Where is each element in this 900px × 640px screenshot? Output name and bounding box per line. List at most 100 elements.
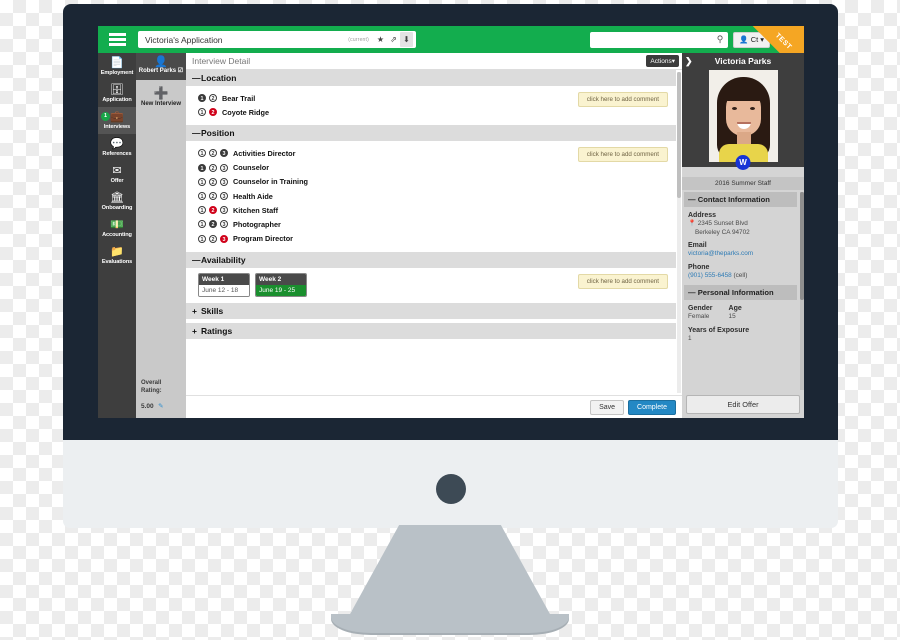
rating-dot-1[interactable]: 1: [198, 177, 206, 186]
secondary-sidebar: 👤 Robert Parks ☑ ➕ New Interview Overall…: [136, 53, 186, 418]
sidebar-item-employment[interactable]: 📄 Employment: [98, 53, 136, 80]
week-option-2[interactable]: Week 2 June 19 - 25: [255, 272, 307, 297]
section-header-availability[interactable]: —Availability: [186, 251, 676, 268]
sidebar-item-evaluations[interactable]: 📁 Evaluations: [98, 242, 136, 269]
rating-dot-2[interactable]: 2: [209, 234, 217, 243]
bank-icon: 🏛: [110, 192, 124, 204]
monitor-power-button[interactable]: [435, 474, 466, 504]
rating-dot-1[interactable]: 1: [198, 206, 206, 215]
rating-row[interactable]: 1 2 3 Health Aide: [192, 189, 670, 203]
field-label: Age: [728, 305, 742, 312]
rating-dot-1[interactable]: 1: [198, 220, 206, 229]
pencil-icon[interactable]: ✎: [158, 403, 163, 410]
applicant-selector[interactable]: 👤 Robert Parks ☑: [136, 53, 186, 80]
rating-dot-2[interactable]: 2: [209, 177, 217, 186]
rating-row-label: Photographer: [233, 219, 281, 229]
add-comment-button[interactable]: click here to add comment: [577, 92, 668, 107]
sidebar-item-application[interactable]: 🗄 Application: [98, 80, 136, 107]
applicant-header: ❯ Victoria Parks W: [682, 53, 804, 170]
envelope-icon: ✉: [112, 165, 122, 177]
main-scrollbar-thumb[interactable]: [677, 72, 681, 198]
star-icon[interactable]: ★: [374, 32, 387, 47]
status-badge: W: [735, 155, 751, 170]
rating-row-label: Program Director: [233, 234, 294, 244]
section-body-position: click here to add comment 1 2 3 Activiti…: [186, 141, 676, 251]
rating-row[interactable]: 1 2 3 Counselor: [192, 161, 670, 175]
sidebar-item-references[interactable]: 💬 References: [98, 134, 136, 161]
field-label: Phone: [688, 263, 710, 271]
rating-dot-1[interactable]: 1: [198, 234, 206, 243]
rating-dot-2[interactable]: 2: [209, 163, 217, 172]
phone-value[interactable]: (901) 555-6458: [688, 272, 732, 279]
sidebar-item-accounting[interactable]: 💵 Accounting: [98, 215, 136, 242]
rating-row[interactable]: 1 2 3 Kitchen Staff: [192, 203, 670, 217]
rating-dot-1[interactable]: 1: [198, 149, 206, 158]
rating-dot-2[interactable]: 2: [209, 108, 217, 117]
main-header: Interview Detail Actions▾: [186, 53, 682, 70]
section-header-position[interactable]: —Position: [186, 125, 676, 142]
section-header-location[interactable]: —Location: [186, 70, 676, 86]
rating-dot-1[interactable]: 1: [198, 192, 206, 201]
week-dates: June 19 - 25: [256, 284, 306, 296]
add-comment-button[interactable]: click here to add comment: [577, 147, 668, 163]
rating-dot-3[interactable]: 3: [220, 234, 228, 243]
rating-dot-3[interactable]: 3: [220, 220, 228, 229]
collapse-icon: —: [192, 254, 201, 265]
section-title: Contact Information: [697, 195, 770, 204]
section-title: Position: [201, 128, 235, 139]
section-title: Ratings: [201, 325, 233, 336]
rating-row[interactable]: 1 2 3 Program Director: [192, 232, 670, 246]
section-title: Location: [201, 73, 237, 83]
field-value: 1: [688, 334, 692, 342]
panel-scrollbar-thumb[interactable]: [800, 192, 804, 300]
address-bar[interactable]: Victoria's Application (current) ★ ⇗ ⬇: [138, 31, 416, 48]
rating-dot-2[interactable]: 2: [209, 206, 217, 215]
hamburger-icon[interactable]: [98, 26, 136, 53]
section-header-contact-information[interactable]: — Contact Information: [684, 192, 797, 207]
applicant-name: Victoria Parks: [714, 56, 772, 66]
rating-row[interactable]: 1 2 Coyote Ridge: [192, 105, 670, 119]
detail-scroll-area[interactable]: —Location click here to add comment 1 2 …: [186, 70, 682, 395]
main-content: Interview Detail Actions▾ —Location clic…: [186, 53, 682, 418]
rating-dot-3[interactable]: 3: [220, 149, 228, 158]
rating-row[interactable]: 1 2 3 Photographer: [192, 217, 670, 231]
rating-dot-1[interactable]: 1: [198, 163, 206, 172]
section-title: Skills: [201, 305, 224, 316]
add-comment-button[interactable]: click here to add comment: [577, 273, 668, 289]
section-header-personal-information[interactable]: — Personal Information: [684, 285, 797, 300]
chevron-right-icon[interactable]: ❯: [685, 56, 693, 67]
download-icon[interactable]: ⬇: [400, 32, 413, 47]
external-link-icon[interactable]: ⇗: [387, 32, 400, 47]
address-bar-title: Victoria's Application: [145, 34, 223, 45]
rating-dot-3[interactable]: 3: [220, 177, 228, 186]
actions-button[interactable]: Actions▾: [646, 55, 679, 67]
sidebar-item-offer[interactable]: ✉ Offer: [98, 161, 136, 188]
week-option-1[interactable]: Week 1 June 12 - 18: [198, 272, 250, 297]
applicant-details-scroll[interactable]: — Contact Information Address 📍 2345 Sun…: [682, 190, 804, 392]
rating-dot-1[interactable]: 1: [198, 94, 206, 103]
overall-rating-value: 5.00: [141, 403, 154, 410]
rating-dot-2[interactable]: 2: [209, 149, 217, 158]
user-icon: 👤: [154, 56, 168, 68]
rating-dot-2[interactable]: 2: [209, 94, 217, 103]
rating-dot-3[interactable]: 3: [220, 192, 228, 201]
rating-dot-1[interactable]: 1: [198, 108, 206, 117]
monitor-stand-base: [331, 614, 569, 633]
map-pin-icon: 📍: [688, 220, 696, 227]
new-interview-button[interactable]: ➕ New Interview: [136, 80, 186, 116]
sidebar-item-onboarding[interactable]: 🏛 Onboarding: [98, 188, 136, 215]
search-input[interactable]: ⚲: [590, 31, 729, 48]
complete-button[interactable]: Complete: [628, 399, 676, 415]
rating-dot-3[interactable]: 3: [220, 206, 228, 215]
rating-dot-2[interactable]: 2: [209, 220, 217, 229]
save-button[interactable]: Save: [590, 399, 625, 415]
email-value[interactable]: victoria@theparks.com: [688, 250, 793, 259]
section-header-skills[interactable]: + Skills: [186, 302, 676, 319]
edit-offer-button[interactable]: Edit Offer: [686, 395, 800, 414]
rating-dot-2[interactable]: 2: [209, 192, 217, 201]
new-interview-label: New Interview: [140, 100, 181, 107]
sidebar-item-interviews[interactable]: 1 💼 Interviews: [98, 107, 136, 134]
rating-row[interactable]: 1 2 3 Counselor in Training: [192, 175, 670, 189]
rating-dot-3[interactable]: 3: [220, 163, 228, 172]
section-header-ratings[interactable]: + Ratings: [186, 322, 676, 339]
